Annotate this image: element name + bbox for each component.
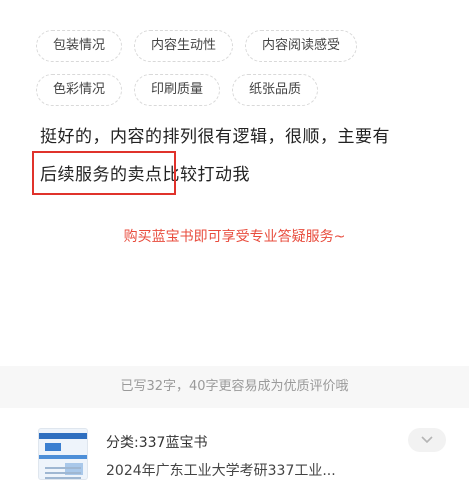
review-text-area[interactable]: 挺好的，内容的排列很有逻辑，很顺，主要有 后续服务的卖点比较打动我 [40,118,440,194]
tag-paper-quality[interactable]: 纸张品质 [232,74,319,106]
tag-color[interactable]: 色彩情况 [36,74,123,106]
product-category: 分类:337蓝宝书 [106,435,208,451]
tag-row-2: 色彩情况 印刷质量 纸张品质 [36,74,456,106]
tag-reading-experience[interactable]: 内容阅读感受 [245,30,358,62]
review-line-2: 后续服务的卖点比较打动我 [40,165,250,185]
product-thumbnail [38,428,88,480]
tag-row-1: 包装情况 内容生动性 内容阅读感受 [36,30,456,62]
tag-print-quality[interactable]: 印刷质量 [134,74,221,106]
tag-group: 包装情况 内容生动性 内容阅读感受 色彩情况 印刷质量 纸张品质 [36,30,456,118]
tag-content-vividness[interactable]: 内容生动性 [134,30,234,62]
product-title: 2024年广东工业大学考研337工业... [106,463,336,479]
review-line-1: 挺好的，内容的排列很有逻辑，很顺，主要有 [40,127,390,147]
tag-packaging[interactable]: 包装情况 [36,30,123,62]
expand-toggle-button[interactable] [408,428,446,452]
promo-text: 购买蓝宝书即可享受专业答疑服务~ [123,229,346,245]
chevron-down-icon [421,436,433,444]
word-count-hint: 已写32字，40字更容易成为优质评价哦 [0,366,469,408]
product-card[interactable]: 分类:337蓝宝书 2024年广东工业大学考研337工业... [0,408,469,499]
